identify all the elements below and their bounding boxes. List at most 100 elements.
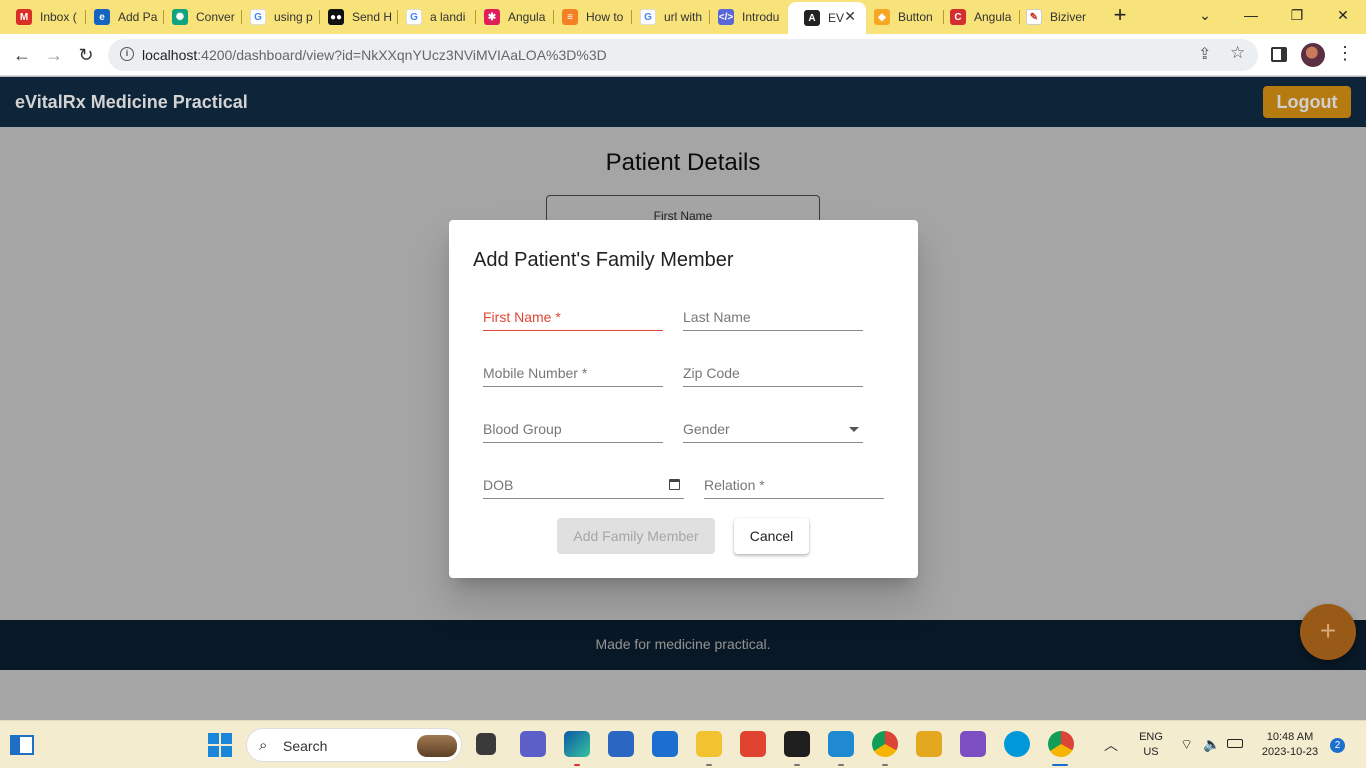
browser-tabstrip: M Inbox ( e Add Pa ✺ Conver G using p ●●… — [0, 0, 1366, 34]
search-highlight-image — [417, 735, 457, 757]
close-icon[interactable]: ✕ — [844, 8, 856, 25]
browser-tab[interactable]: e Add Pa — [78, 4, 164, 30]
teams-icon[interactable] — [520, 731, 546, 757]
edge-icon: e — [94, 9, 110, 25]
last-name-field[interactable]: Last Name — [683, 301, 863, 331]
tab-label: a landi — [430, 10, 466, 24]
brave-icon: ◆ — [874, 9, 890, 25]
chatgpt-icon: ✺ — [172, 9, 188, 25]
browser-tab[interactable]: ●● Send H — [312, 4, 398, 30]
stackoverflow-icon: ≡ — [562, 9, 578, 25]
xampp-icon[interactable] — [916, 731, 942, 757]
tab-label: Button — [898, 10, 933, 24]
show-hidden-icons-chevron[interactable]: ︿ — [1104, 735, 1118, 755]
first-name-field[interactable]: First Name * — [483, 301, 663, 331]
terminal-icon[interactable] — [784, 731, 810, 757]
browser-tab[interactable]: ✺ Conver — [156, 4, 242, 30]
browser-toolbar: ← → ↻ i localhost:4200/dashboard/view?id… — [0, 34, 1366, 76]
tab-label: EV — [828, 11, 844, 25]
page-icon: ✎ — [1026, 9, 1042, 25]
mobile-number-field[interactable]: Mobile Number * — [483, 357, 663, 387]
forward-arrow-icon[interactable]: → — [42, 43, 66, 67]
add-family-member-dialog: Add Patient's Family Member First Name *… — [449, 220, 918, 578]
browser-tab[interactable]: ≡ How to — [546, 4, 632, 30]
minimize-button[interactable]: — — [1236, 4, 1266, 26]
notification-badge[interactable]: 2 — [1330, 738, 1345, 753]
profile-avatar[interactable] — [1301, 43, 1325, 67]
google-icon: G — [640, 9, 656, 25]
tab-label: using p — [274, 10, 313, 24]
tab-label: Biziver — [1050, 10, 1087, 24]
search-icon: ⌕ — [259, 737, 268, 754]
store-icon[interactable] — [608, 731, 634, 757]
language-indicator[interactable]: ENG US — [1136, 730, 1166, 760]
dob-field[interactable]: DOB — [483, 469, 684, 499]
add-fab-button[interactable]: + — [1300, 604, 1356, 660]
browser-tab[interactable]: G using p — [234, 4, 320, 30]
back-arrow-icon[interactable]: ← — [10, 43, 34, 67]
zip-code-field[interactable]: Zip Code — [683, 357, 863, 387]
medium-icon: ●● — [328, 9, 344, 25]
battery-icon[interactable] — [1227, 739, 1243, 748]
bookmark-star-icon[interactable]: ☆ — [1230, 43, 1245, 63]
browser-tab[interactable]: C Angula — [934, 4, 1020, 30]
share-icon[interactable]: ⇪ — [1198, 44, 1211, 64]
new-tab-button[interactable]: + — [1108, 4, 1132, 28]
tab-label: Angula — [508, 10, 546, 24]
anydesk-icon[interactable] — [740, 731, 766, 757]
close-window-button[interactable]: ✕ — [1328, 4, 1358, 26]
browser-tab[interactable]: </> Introdu — [702, 4, 788, 30]
relation-field[interactable]: Relation * — [704, 469, 884, 499]
chrome-profile-icon[interactable] — [1048, 731, 1074, 757]
tab-label: Send H — [352, 10, 392, 24]
wifi-icon[interactable]: ⌔ — [1180, 736, 1193, 754]
vscode-icon[interactable] — [828, 731, 854, 757]
edge-app-icon[interactable] — [564, 731, 590, 757]
taskbar-search[interactable]: ⌕ Search — [246, 728, 462, 762]
reload-icon[interactable]: ↻ — [74, 43, 98, 67]
tab-label: Inbox ( — [40, 10, 77, 24]
slack-icon: ✱ — [484, 9, 500, 25]
browser-tab[interactable]: M Inbox ( — [0, 4, 86, 30]
address-bar[interactable]: i localhost:4200/dashboard/view?id=NkXXq… — [108, 39, 1258, 71]
code-icon: </> — [718, 9, 734, 25]
widgets-icon[interactable] — [10, 735, 34, 755]
calendar-icon[interactable] — [669, 479, 680, 490]
windows-start-icon[interactable] — [208, 733, 232, 757]
side-panel-icon[interactable] — [1271, 47, 1287, 62]
site-info-icon[interactable]: i — [120, 47, 134, 61]
task-view-icon[interactable] — [476, 733, 496, 755]
tab-label: Add Pa — [118, 10, 158, 24]
browser-tab-active[interactable]: A EV ✕ — [788, 2, 866, 34]
browser-tab[interactable]: G a landi — [390, 4, 476, 30]
logout-button[interactable]: Logout — [1263, 86, 1351, 118]
gender-select[interactable]: Gender — [683, 413, 863, 443]
browser-tab[interactable]: ✎ Biziver — [1010, 4, 1098, 30]
chrome-icon[interactable] — [872, 731, 898, 757]
skype-icon[interactable] — [1004, 731, 1030, 757]
cancel-button[interactable]: Cancel — [734, 518, 809, 554]
url-text[interactable]: localhost:4200/dashboard/view?id=NkXXqnY… — [142, 47, 607, 63]
app-header: eVitalRx Medicine Practical Logout — [0, 77, 1366, 127]
dialog-title: Add Patient's Family Member — [473, 249, 734, 271]
tab-label: url with — [664, 10, 703, 24]
tab-search-icon[interactable]: ⌄ — [1190, 4, 1220, 26]
volume-icon[interactable]: 🔈 — [1203, 736, 1220, 753]
taskbar: ⌕ Search ︿ ENG US ⌔ 🔈 10:48 AM 2023-10-2… — [0, 720, 1366, 768]
file-explorer-icon[interactable] — [696, 731, 722, 757]
blood-group-field[interactable]: Blood Group — [483, 413, 663, 443]
browser-tab[interactable]: ✱ Angula — [468, 4, 554, 30]
google-icon: G — [406, 9, 422, 25]
more-menu-icon[interactable]: ⋮ — [1336, 43, 1354, 64]
app-title: eVitalRx Medicine Practical — [15, 92, 248, 112]
browser-tab[interactable]: G url with — [624, 4, 710, 30]
google-icon: G — [250, 9, 266, 25]
browser-tab[interactable]: ◆ Button — [858, 4, 944, 30]
visual-studio-icon[interactable] — [960, 731, 986, 757]
mail-icon[interactable] — [652, 731, 678, 757]
tab-label: Introdu — [742, 10, 780, 24]
add-family-member-button[interactable]: Add Family Member — [557, 518, 715, 554]
restore-button[interactable]: ❐ — [1282, 4, 1312, 26]
clock[interactable]: 10:48 AM 2023-10-23 — [1256, 730, 1324, 760]
angular-icon: A — [804, 10, 820, 26]
